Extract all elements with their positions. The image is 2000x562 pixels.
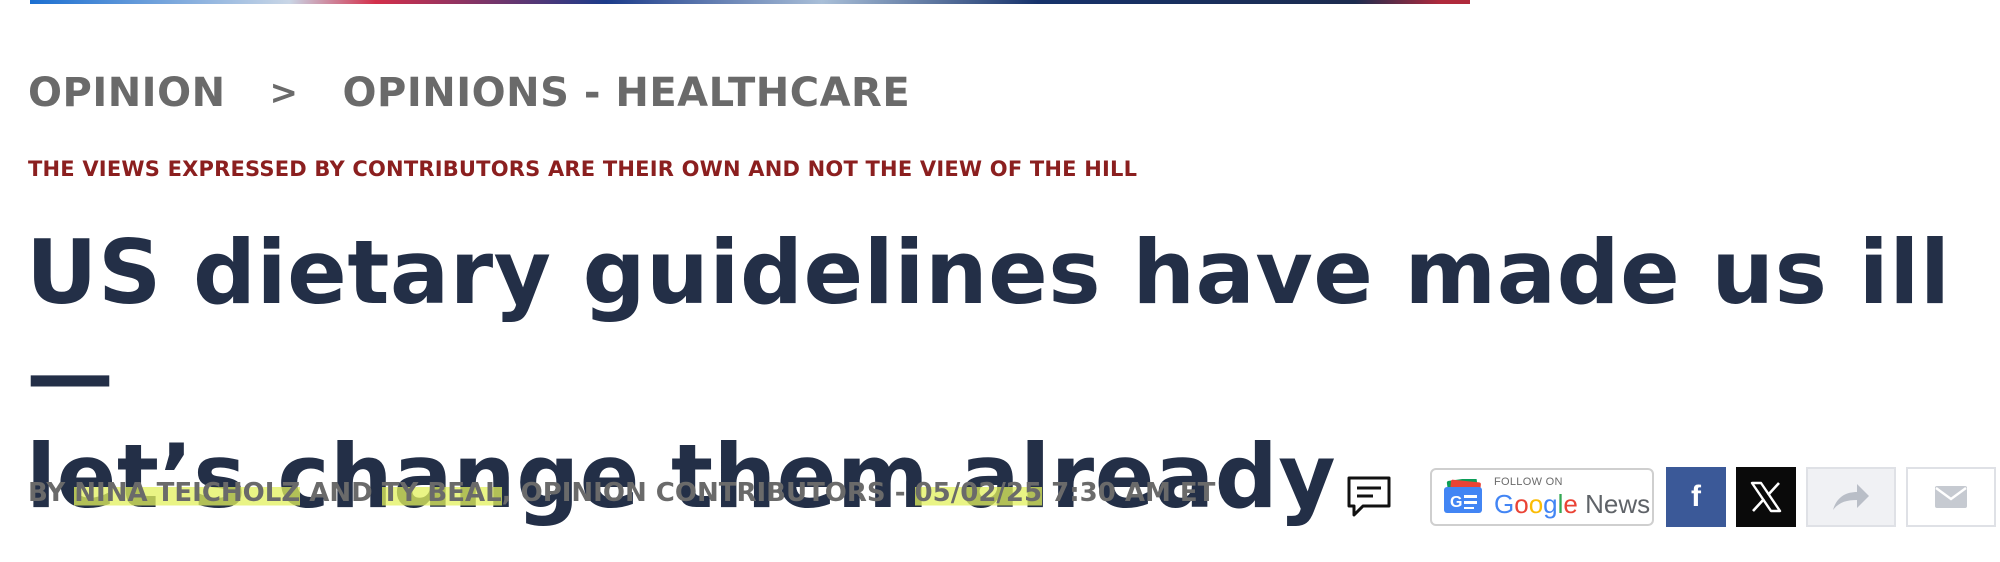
news-text: News [1577,489,1651,519]
comment-icon [1347,476,1391,517]
author-nina-teicholz-link[interactable]: NINA TEICHOLZ [74,478,301,508]
svg-text:G: G [1450,494,1462,511]
publish-date: 05/02/25 [914,478,1043,508]
x-share-button[interactable] [1736,467,1796,527]
breadcrumb: OPINION > OPINIONS - HEALTHCARE [28,70,910,116]
breadcrumb-healthcare-link[interactable]: OPINIONS - HEALTHCARE [343,70,911,116]
comments-button[interactable] [1340,468,1398,526]
wordmark-letter: g [1543,489,1558,519]
headline-line-2: let’s change them already [26,425,1337,528]
google-news-icon: G [1442,477,1484,515]
mail-icon [1935,486,1967,508]
follow-on-text: FOLLOW ON [1494,476,1563,488]
share-button[interactable] [1806,467,1896,527]
facebook-share-button[interactable]: f [1666,467,1726,527]
breadcrumb-separator: > [269,73,299,113]
wordmark-letter: o [1514,489,1529,519]
byline-role: , OPINION CONTRIBUTORS - [501,478,915,508]
email-share-button[interactable] [1906,467,1996,527]
facebook-icon: f [1691,480,1701,513]
x-icon [1750,481,1782,513]
wordmark-letter: G [1494,489,1515,519]
headline-line-1: US dietary guidelines have made us ill — [26,221,1951,426]
top-banner-strip [30,0,1470,4]
byline-prefix: BY [28,478,75,508]
contributor-disclaimer: THE VIEWS EXPRESSED BY CONTRIBUTORS ARE … [28,157,1138,181]
byline: BY NINA TEICHOLZ AND TY BEAL, OPINION CO… [28,478,1215,508]
breadcrumb-opinion-link[interactable]: OPINION [28,70,226,116]
share-arrow-icon [1833,484,1869,510]
follow-google-news-button[interactable]: G FOLLOW ON Google News [1430,468,1654,526]
publish-time: 7:30 AM ET [1042,478,1216,508]
wordmark-letter: e [1563,489,1578,519]
article-page: OPINION > OPINIONS - HEALTHCARE THE VIEW… [0,0,2000,562]
author-ty-beal-link[interactable]: TY BEAL [381,478,502,508]
byline-conjunction: AND [300,478,382,508]
google-news-label: FOLLOW ON Google News [1494,476,1650,518]
share-bar: G FOLLOW ON Google News f [1340,466,1996,528]
wordmark-letter: o [1528,489,1544,519]
google-news-wordmark: Google News [1494,491,1650,517]
